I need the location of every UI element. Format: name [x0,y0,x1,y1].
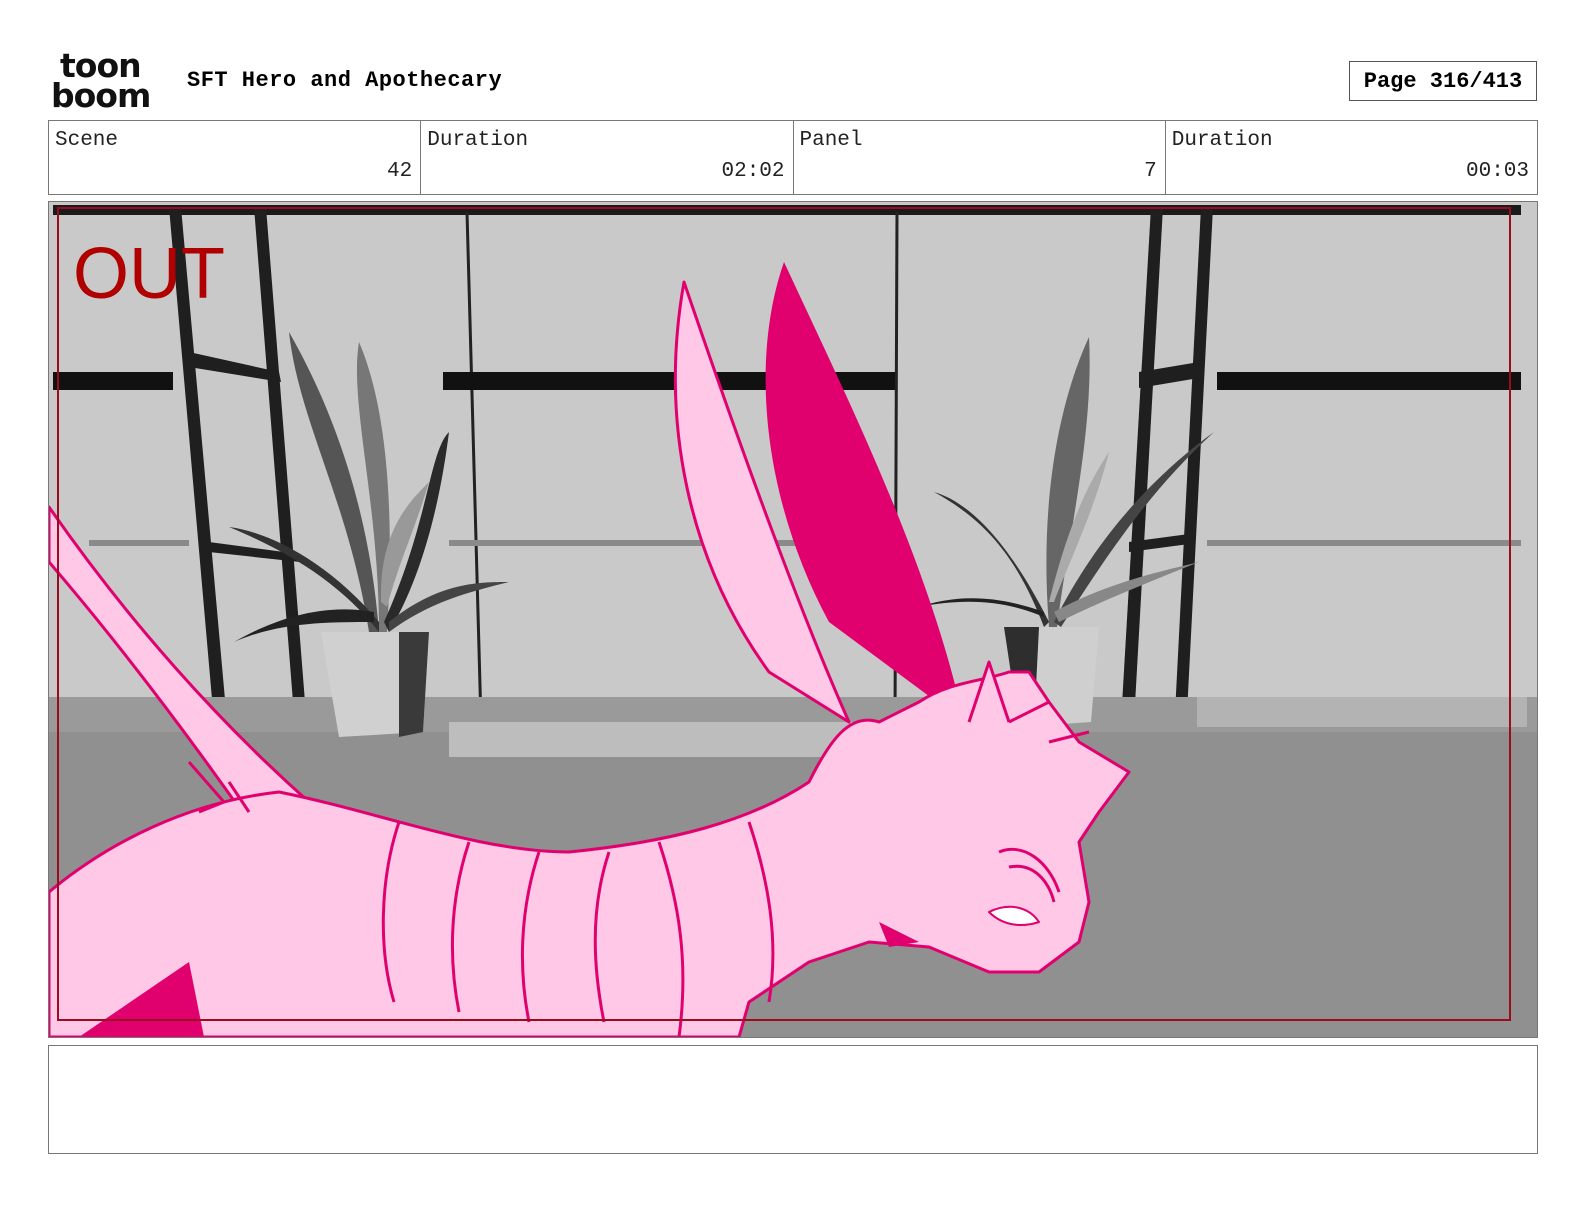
shelf [53,372,173,390]
panel-duration-label: Duration [1171,129,1273,152]
scene-cell: Scene 42 [49,121,422,194]
shelf-lower [89,540,189,546]
floor-step [449,722,869,757]
scene-duration-label: Duration [427,129,529,152]
page-indicator: Page 316/413 [1349,61,1537,101]
scene-duration-cell: Duration 02:02 [421,121,794,194]
panel-drawing: OUT [49,202,1537,1037]
shelf-lower [1207,540,1521,546]
document-title: SFT Hero and Apothecary [187,68,503,93]
panel-label: Panel [799,129,863,152]
panel-notes-box [48,1045,1538,1154]
panel-duration-cell: Duration 00:03 [1166,121,1537,194]
storyboard-panel-image: OUT [48,201,1538,1038]
toonboom-logo: toon boom [50,49,166,115]
scene-duration-value: 02:02 [721,160,785,183]
panel-info-row: Scene 42 Duration 02:02 Panel 7 Duration… [48,120,1538,195]
scene-value: 42 [387,160,413,183]
floor-step [1197,697,1527,727]
panel-duration-value: 00:03 [1465,160,1529,183]
shelf [1217,372,1521,390]
ceiling-rail [53,205,1521,215]
scene-label: Scene [55,129,119,152]
panel-value: 7 [1144,160,1157,183]
out-label: OUT [73,234,225,314]
logo-line-2: boom [51,76,151,115]
panel-cell: Panel 7 [794,121,1166,194]
